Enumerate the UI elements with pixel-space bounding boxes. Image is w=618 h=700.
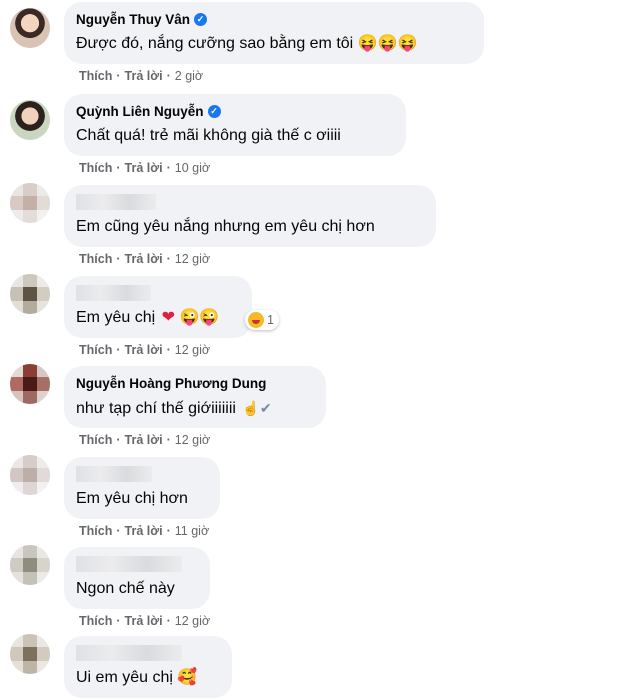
comment-bubble: Quỳnh Liên Nguyễn ✓ Chất quá! trẻ mãi kh…	[64, 94, 406, 156]
avatar[interactable]	[10, 274, 50, 314]
separator: ·	[116, 343, 121, 357]
avatar[interactable]	[10, 8, 50, 48]
commenter-name[interactable]	[76, 466, 152, 482]
reply-button[interactable]: Trả lời	[125, 69, 163, 83]
comment-text-content: như tạp chí thế giớiiiiiii	[76, 400, 236, 417]
comment-actions: Thích · Trả lời · 2 giờ	[79, 69, 203, 83]
reply-button[interactable]: Trả lời	[125, 161, 163, 175]
like-button[interactable]: Thích	[79, 524, 112, 538]
comment-actions: Thích · Trả lời · 12 giờ	[79, 252, 210, 266]
avatar[interactable]	[10, 183, 50, 223]
commenter-name[interactable]	[76, 285, 151, 301]
emoji-icon: 😝😝😝	[357, 35, 418, 52]
commenter-name[interactable]: Nguyễn Thuy Vân	[76, 12, 190, 27]
haha-reaction-icon	[248, 312, 264, 328]
comment-text-content: Ui em yêu chị	[76, 669, 173, 686]
timestamp[interactable]: 10 giờ	[175, 161, 210, 175]
separator: ·	[116, 614, 121, 628]
separator: ·	[166, 614, 171, 628]
comment-text: như tạp chí thế giớiiiiiii ☝✔	[76, 397, 314, 420]
hand-pointing-icon: ☝	[242, 400, 260, 416]
separator: ·	[116, 252, 121, 266]
separator: ·	[166, 343, 171, 357]
like-button[interactable]: Thích	[79, 69, 112, 83]
separator: ·	[166, 69, 171, 83]
avatar[interactable]	[10, 545, 50, 585]
comment-bubble: Ngon chế này	[64, 547, 210, 609]
timestamp[interactable]: 12 giờ	[175, 433, 210, 447]
comment-text: Em yêu chị hơn	[76, 490, 188, 507]
separator: ·	[166, 252, 171, 266]
separator: ·	[166, 524, 171, 538]
emoji-icon: 😜😜	[179, 309, 220, 326]
emoji-icon: 🥰	[177, 669, 198, 686]
avatar[interactable]	[10, 100, 50, 140]
verified-badge-icon: ✓	[194, 12, 208, 26]
reply-button[interactable]: Trả lời	[125, 524, 163, 538]
separator: ·	[116, 524, 121, 538]
timestamp[interactable]: 2 giờ	[175, 69, 203, 83]
separator: ·	[116, 161, 121, 175]
reply-button[interactable]: Trả lời	[125, 343, 163, 357]
separator: ·	[166, 433, 171, 447]
commenter-name[interactable]: Nguyễn Hoàng Phương Dung	[76, 376, 266, 391]
check-mark-icon: ✔	[259, 400, 272, 416]
avatar[interactable]	[10, 634, 50, 674]
like-button[interactable]: Thích	[79, 252, 112, 266]
commenter-name[interactable]	[76, 645, 182, 661]
avatar[interactable]	[10, 455, 50, 495]
comment-actions: Thích · Trả lời · 12 giờ	[79, 614, 210, 628]
verified-badge-icon: ✓	[207, 104, 221, 118]
separator: ·	[116, 69, 121, 83]
like-button[interactable]: Thích	[79, 161, 112, 175]
timestamp[interactable]: 11 giờ	[175, 524, 209, 538]
reaction-count: 1	[267, 313, 274, 327]
commenter-name[interactable]: Quỳnh Liên Nguyễn	[76, 104, 204, 119]
reply-button[interactable]: Trả lời	[125, 433, 163, 447]
comment-actions: Thích · Trả lời · 11 giờ	[79, 524, 209, 538]
avatar[interactable]	[10, 364, 50, 404]
comment-text: Chất quá! trẻ mãi không già thế c ơiiii	[76, 127, 341, 144]
separator: ·	[116, 433, 121, 447]
comment-actions: Thích · Trả lời · 10 giờ	[79, 161, 210, 175]
comment-text: Được đó, nắng cưỡng sao bằng em tôi 😝😝😝	[76, 33, 472, 55]
comment-bubble: Em cũng yêu nắng nhưng em yêu chị hơn	[64, 185, 436, 247]
commenter-name[interactable]	[76, 556, 182, 572]
timestamp[interactable]: 12 giờ	[175, 614, 210, 628]
like-button[interactable]: Thích	[79, 614, 112, 628]
timestamp[interactable]: 12 giờ	[175, 343, 210, 357]
like-button[interactable]: Thích	[79, 343, 112, 357]
comment-text-content: Em yêu chị	[76, 309, 156, 326]
comment-bubble: Ui em yêu chị 🥰	[64, 636, 232, 698]
comment-text: Em yêu chị ❤ 😜😜	[76, 307, 240, 329]
heart-icon: ❤	[161, 309, 175, 326]
comment-text: Em cũng yêu nắng nhưng em yêu chị hơn	[76, 218, 375, 235]
comment-bubble: Nguyễn Thuy Vân ✓ Được đó, nắng cưỡng sa…	[64, 2, 484, 64]
reaction-count-badge[interactable]: 1	[245, 310, 279, 330]
comment-text: Ngon chế này	[76, 580, 175, 597]
comment-actions: Thích · Trả lời · 12 giờ	[79, 343, 210, 357]
commenter-name[interactable]	[76, 194, 156, 210]
comment-bubble: Nguyễn Hoàng Phương Dung như tạp chí thế…	[64, 366, 326, 428]
timestamp[interactable]: 12 giờ	[175, 252, 210, 266]
separator: ·	[166, 161, 171, 175]
comment-bubble: Em yêu chị ❤ 😜😜	[64, 276, 252, 338]
comment-text: Ui em yêu chị 🥰	[76, 667, 220, 689]
comment-actions: Thích · Trả lời · 12 giờ	[79, 433, 210, 447]
reply-button[interactable]: Trả lời	[125, 252, 163, 266]
like-button[interactable]: Thích	[79, 433, 112, 447]
reply-button[interactable]: Trả lời	[125, 614, 163, 628]
comment-thread: Nguyễn Thuy Vân ✓ Được đó, nắng cưỡng sa…	[0, 0, 618, 700]
comment-bubble: Em yêu chị hơn	[64, 457, 220, 519]
comment-text-content: Được đó, nắng cưỡng sao bằng em tôi	[76, 35, 354, 52]
